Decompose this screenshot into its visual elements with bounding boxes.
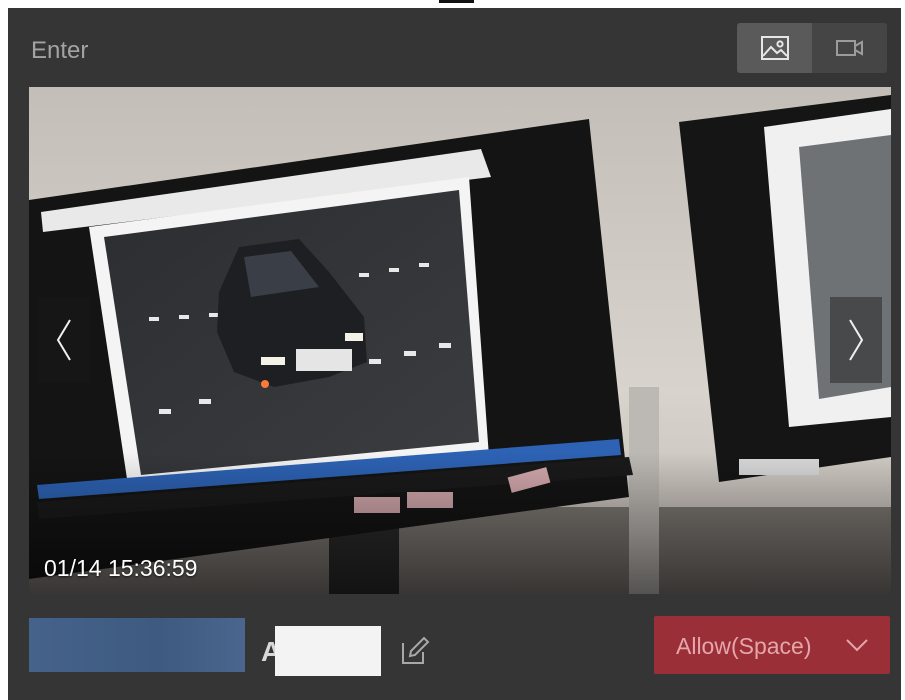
image-icon	[760, 36, 789, 60]
plate-redaction-box	[275, 626, 381, 676]
plate-thumbnail	[29, 618, 245, 672]
video-camera-icon	[835, 40, 863, 56]
video-mode-button[interactable]	[812, 23, 887, 73]
chevron-down-icon[interactable]	[844, 636, 870, 654]
previous-image-button[interactable]	[38, 297, 90, 383]
chevron-right-icon	[849, 319, 864, 361]
allow-entry-button[interactable]: Allow(Space)	[654, 616, 890, 674]
edit-plate-button[interactable]	[400, 636, 430, 666]
next-image-button[interactable]	[830, 297, 882, 383]
recognition-result-bar: AF Allow(Space)	[29, 614, 891, 676]
panel-title: Enter	[31, 37, 89, 64]
capture-timestamp: 01/14 15:36:59	[44, 555, 198, 581]
capture-mode-toggle	[737, 23, 887, 73]
allow-button-label: Allow(Space)	[676, 633, 812, 659]
entrance-panel: Enter 01/14 15:36:59 A Allow(Space)	[8, 8, 901, 700]
capture-image-viewer[interactable]: 01/14 15:36:59	[29, 87, 891, 594]
top-marker	[439, 0, 474, 3]
chevron-left-icon	[56, 319, 71, 361]
captured-photo	[29, 87, 891, 594]
picture-mode-button[interactable]	[737, 23, 812, 73]
edit-icon	[402, 636, 430, 664]
